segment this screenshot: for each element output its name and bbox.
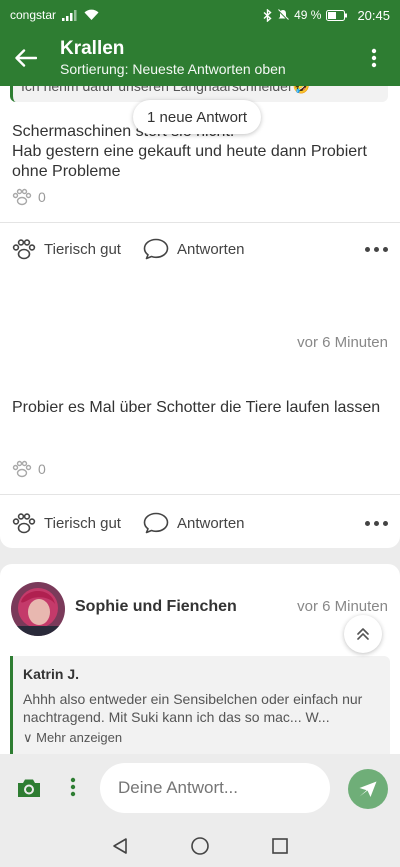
mute-icon: [277, 9, 289, 21]
quote-author: Katrin J.: [23, 666, 80, 682]
like-label: Tierisch gut: [44, 240, 121, 258]
composer-options-button[interactable]: [70, 777, 76, 802]
clock: 20:45: [357, 7, 390, 23]
camera-icon: [18, 779, 40, 797]
reply-input[interactable]: [100, 763, 330, 813]
bluetooth-icon: [263, 8, 272, 22]
app-bar: Krallen Sortierung: Neueste Antworten ob…: [0, 30, 400, 86]
system-nav-bar: [0, 824, 400, 867]
chevron-up-double-icon: [357, 628, 369, 640]
nav-home-icon[interactable]: [190, 836, 210, 856]
reply-card: Sophie und Fienchen vor 6 Minuten Katrin…: [0, 564, 400, 754]
like-count-value: 0: [38, 461, 46, 477]
like-count: 0: [12, 188, 46, 206]
status-bar: congstar 49 % 20:45: [0, 0, 400, 30]
post-actions: Tierisch gut Antworten: [12, 235, 388, 263]
paw-icon: [12, 512, 36, 533]
reply-composer: [0, 754, 400, 824]
like-button[interactable]: Tierisch gut: [12, 512, 121, 534]
camera-button[interactable]: [16, 777, 42, 804]
page-title: Krallen: [60, 38, 125, 59]
back-arrow-icon: [15, 49, 37, 67]
wifi-icon: [84, 9, 99, 20]
paw-icon: [12, 188, 32, 206]
nav-back-icon[interactable]: [111, 837, 129, 855]
paw-icon: [12, 460, 32, 478]
back-button[interactable]: [0, 30, 52, 86]
thread-content[interactable]: 1 neue Antwort Ich nehm dafür unseren La…: [0, 86, 400, 754]
send-icon: [359, 781, 377, 797]
show-more-link[interactable]: ∨ Mehr anzeigen: [23, 730, 380, 746]
post-timestamp: vor 6 Minuten: [297, 334, 388, 351]
quoted-reply[interactable]: Katrin J. Ahhh also entweder ein Sensibe…: [10, 656, 390, 754]
sort-subtitle[interactable]: Sortierung: Neueste Antworten oben: [60, 60, 348, 78]
quote-text: Ahhh also entweder ein Sensibelchen oder…: [23, 691, 363, 725]
scroll-to-top-button[interactable]: [344, 615, 382, 653]
reply-card: vor 6 Minuten Probier es Mal über Schott…: [0, 312, 400, 548]
nav-recents-icon[interactable]: [271, 837, 289, 855]
avatar[interactable]: [11, 582, 65, 636]
send-button[interactable]: [348, 769, 388, 809]
post-actions: Tierisch gut Antworten: [12, 509, 388, 537]
more-vert-icon: [371, 48, 377, 68]
divider: [0, 494, 400, 495]
like-button[interactable]: Tierisch gut: [12, 238, 121, 260]
post-author[interactable]: Sophie und Fienchen: [75, 598, 237, 616]
paw-icon: [12, 238, 36, 259]
carrier-label: congstar: [10, 8, 57, 22]
post-text: Probier es Mal über Schotter die Tiere l…: [12, 399, 381, 416]
divider: [0, 222, 400, 223]
more-horiz-icon[interactable]: [365, 246, 388, 252]
more-vert-icon: [70, 777, 76, 797]
like-count-value: 0: [38, 189, 46, 205]
comment-icon: [143, 238, 169, 260]
like-label: Tierisch gut: [44, 514, 121, 532]
like-count: 0: [12, 460, 46, 478]
more-horiz-icon[interactable]: [365, 520, 388, 526]
battery-percent: 49 %: [294, 8, 322, 22]
signal-icon: [62, 9, 77, 21]
reply-label: Antworten: [176, 240, 245, 258]
reply-button[interactable]: Antworten: [143, 512, 245, 534]
reply-button[interactable]: Antworten: [143, 238, 245, 260]
comment-icon: [143, 512, 169, 534]
new-replies-pill[interactable]: 1 neue Antwort: [133, 100, 262, 134]
overflow-menu-button[interactable]: [348, 30, 400, 86]
post-timestamp: vor 6 Minuten: [297, 598, 388, 615]
battery-icon: [326, 9, 348, 21]
reply-label: Antworten: [176, 514, 245, 532]
